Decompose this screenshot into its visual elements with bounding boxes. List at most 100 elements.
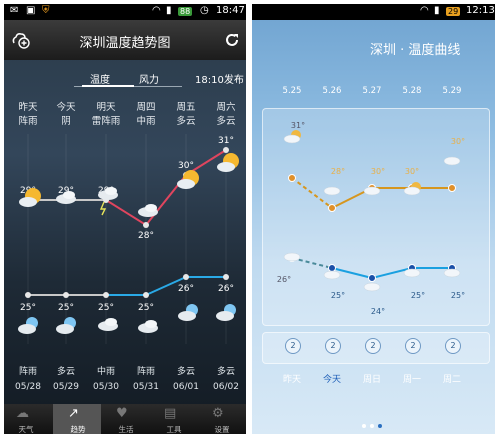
low-point	[328, 264, 336, 272]
high-temp-label: 31°	[218, 136, 234, 146]
day-column: 周四 中雨	[136, 102, 156, 127]
date-label: 05/30	[93, 382, 119, 392]
cloud-icon	[323, 186, 341, 196]
heart-icon: ♥	[116, 406, 128, 421]
day-column: 周六 多云	[216, 102, 236, 127]
high-point	[223, 147, 229, 153]
low-temp-label: 25°	[138, 303, 154, 313]
rain-cloud-icon	[105, 318, 117, 326]
low-temp-label: 26°	[178, 284, 194, 294]
date-label: 5.27	[362, 86, 382, 96]
cloud-icon	[63, 191, 75, 199]
shield-icon: ⛨	[42, 5, 50, 16]
page-dot[interactable]	[370, 424, 374, 428]
moon-cloud-icon	[216, 311, 234, 321]
gear-icon: ⚙	[212, 406, 224, 421]
nav-item-tools[interactable]: 工具	[154, 424, 194, 434]
status-bar: ✉ ▣ ⛨ ◠ ▮ 88 ◷ 18:47	[4, 4, 246, 20]
day-column: 昨天 阵雨	[18, 102, 38, 127]
nav-item-settings[interactable]: 设置	[202, 424, 242, 434]
tab-wind[interactable]: 风力	[139, 71, 159, 86]
moon-cloud-icon	[56, 324, 74, 334]
high-temp-label: 28°	[331, 167, 345, 176]
low-temp-label: 26°	[218, 284, 234, 294]
right-screen: ◠ ▮ 29 12:13 深圳 · 温度曲线 5.25 5.26 5.27 5.…	[252, 4, 495, 434]
page-dot[interactable]	[362, 424, 366, 428]
day-column: 今天阴	[56, 102, 76, 127]
wind-level: 2	[365, 338, 381, 354]
rain-cloud-icon	[403, 268, 421, 278]
battery-level: 88	[178, 7, 193, 16]
rain-cloud-icon	[323, 270, 341, 280]
high-point	[328, 204, 336, 212]
sun-cloud-icon	[177, 179, 195, 189]
night-weather: 中雨	[96, 367, 115, 377]
night-weather: 多云	[56, 367, 75, 377]
rain-cloud-icon	[283, 252, 301, 262]
refresh-icon[interactable]	[224, 32, 240, 48]
trend-icon: ↗	[68, 406, 79, 421]
wechat-icon: ✉	[10, 5, 19, 16]
sun-cloud-icon	[283, 134, 301, 144]
day-label: 今天	[322, 375, 341, 385]
low-temp-label: 25°	[331, 291, 345, 300]
cloud-icon	[145, 320, 157, 328]
rain-cloud-icon	[443, 268, 461, 278]
tab-indicator	[82, 85, 134, 87]
date-label: 5.26	[322, 86, 342, 96]
high-temp-label: 30°	[371, 167, 385, 176]
moon-cloud-icon	[178, 311, 196, 321]
publish-time: 18:10发布	[195, 75, 244, 86]
low-temp-label: 26°	[277, 275, 291, 284]
wind-level: 2	[285, 338, 301, 354]
high-point	[143, 222, 149, 228]
nav-item-life[interactable]: 生活	[106, 424, 146, 434]
wifi-icon: ◠	[152, 5, 161, 16]
high-point	[288, 174, 296, 182]
high-temp-label: 30°	[178, 161, 194, 171]
low-point	[223, 274, 229, 280]
page-dot-active[interactable]	[378, 424, 382, 428]
high-temp-label: 30°	[451, 137, 465, 146]
tab-temperature[interactable]: 温度	[90, 71, 110, 86]
high-temp-label: 28°	[138, 231, 154, 241]
wifi-icon: ◠	[420, 5, 429, 16]
cloud-icon	[443, 156, 461, 166]
wind-level: 2	[325, 338, 341, 354]
alarm-icon: ◷	[200, 5, 209, 16]
nav-item-trend[interactable]: 趋势	[58, 424, 98, 434]
lightning-icon	[99, 201, 107, 216]
signal-icon: ▮	[434, 5, 440, 16]
page-title: 深圳 · 温度曲线	[370, 43, 461, 58]
low-temp-label: 25°	[58, 303, 74, 313]
low-point	[368, 274, 376, 282]
date-label: 5.25	[282, 86, 302, 96]
battery-level: 29	[446, 7, 461, 16]
rain-cloud-icon	[363, 282, 381, 292]
status-time: 12:13	[466, 5, 495, 16]
left-screen: ✉ ▣ ⛨ ◠ ▮ 88 ◷ 18:47 深圳温度趋势图 温度 风力 18:10…	[4, 4, 246, 434]
sun-cloud-icon	[19, 197, 37, 207]
notification-icon: ▣	[26, 5, 36, 16]
nav-item-weather[interactable]: 天气	[6, 424, 46, 434]
night-weather: 多云	[216, 367, 235, 377]
low-temp-label: 25°	[451, 291, 465, 300]
low-point	[143, 292, 149, 298]
cloud-icon	[363, 186, 381, 196]
low-point	[183, 274, 189, 280]
high-point	[448, 184, 456, 192]
low-temp-label: 25°	[20, 303, 36, 313]
day-column: 明天 雷阵雨	[91, 102, 121, 127]
low-point	[25, 292, 31, 298]
cloud-icon	[145, 204, 157, 212]
date-label: 05/28	[15, 382, 41, 392]
day-column: 周五 多云	[176, 102, 196, 127]
cloud-icon	[105, 187, 117, 195]
wind-level: 2	[405, 338, 421, 354]
page-title: 深圳温度趋势图	[79, 36, 171, 51]
high-temp-label: 31°	[291, 121, 305, 130]
title-bar: 深圳温度趋势图	[4, 20, 246, 60]
low-temp-label: 25°	[98, 303, 114, 313]
date-label: 5.28	[402, 86, 422, 96]
low-temp-label: 24°	[371, 307, 385, 316]
